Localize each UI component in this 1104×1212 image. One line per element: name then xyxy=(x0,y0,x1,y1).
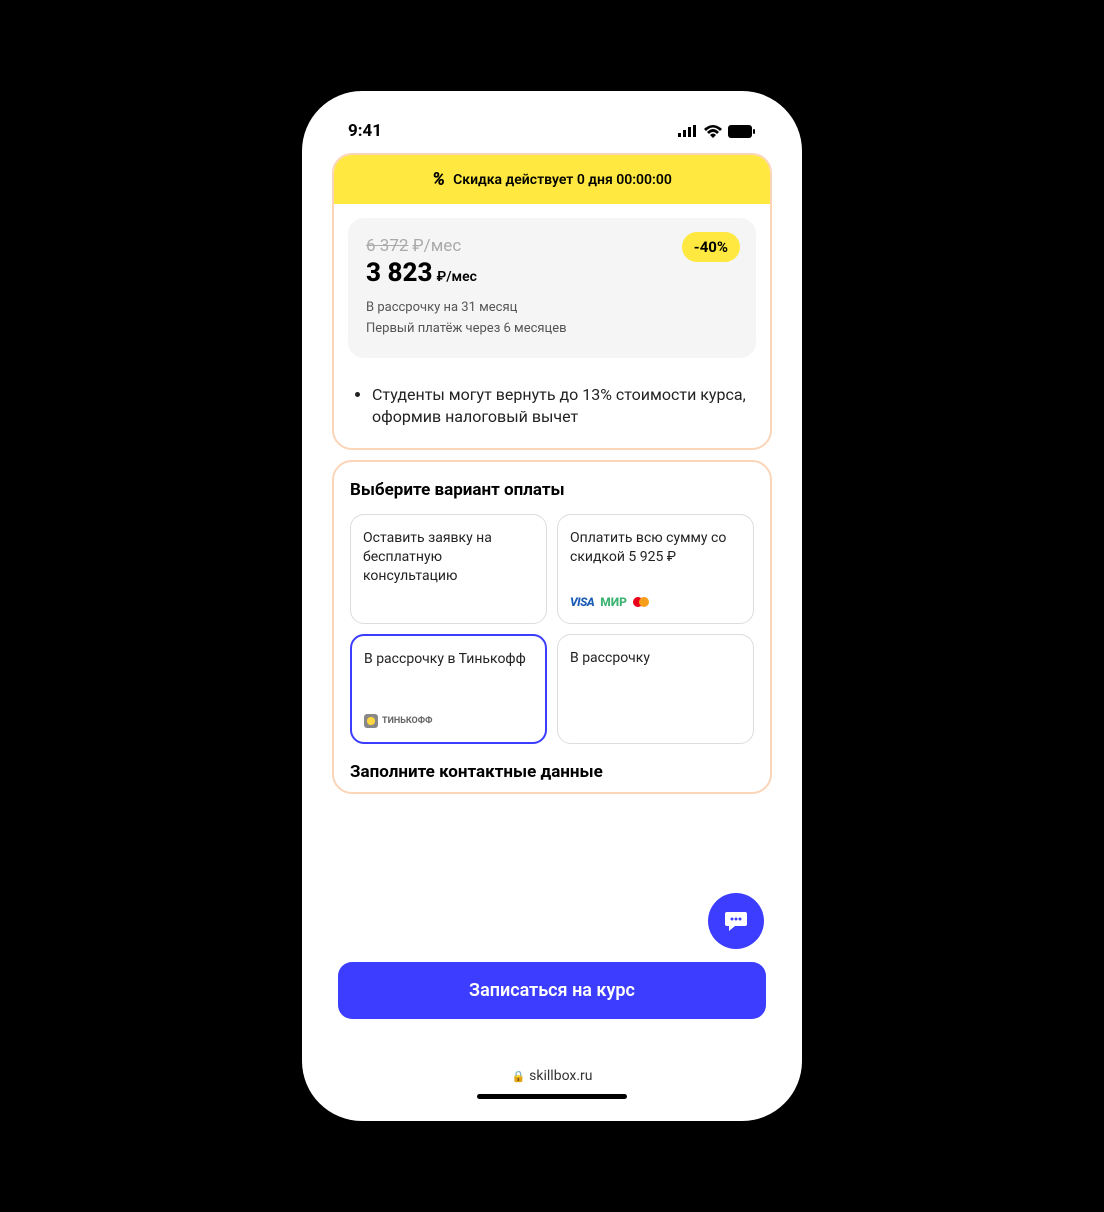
price-card: % Скидка действует 0 дня 00:00:00 6 372 … xyxy=(332,153,772,450)
payment-card: Выберите вариант оплаты Оставить заявку … xyxy=(332,460,772,794)
payment-option-tinkoff[interactable]: В рассрочку в Тинькофф ТИНЬКОФФ xyxy=(350,634,547,744)
mastercard-logo xyxy=(633,597,649,607)
discount-banner-text: Скидка действует 0 дня 00:00:00 xyxy=(453,172,672,188)
payment-option-text: Оставить заявку на бесплатную консультац… xyxy=(363,529,534,586)
cta-label: Записаться на курс xyxy=(469,980,635,1001)
tinkoff-shield-icon xyxy=(364,714,378,728)
payment-option-full[interactable]: Оплатить всю сумму со скидкой 5 925 ₽ VI… xyxy=(557,514,754,624)
discount-badge: -40% xyxy=(682,232,740,262)
payment-option-installment[interactable]: В рассрочку xyxy=(557,634,754,744)
tinkoff-logo: ТИНЬКОФФ xyxy=(364,714,533,728)
price-details: В рассрочку на 31 месяц Первый платёж че… xyxy=(366,298,738,340)
payment-logos: VISA МИР xyxy=(570,595,741,609)
tax-refund-bullet: Студенты могут вернуть до 13% стоимости … xyxy=(372,384,750,429)
first-payment-text: Первый платёж через 6 месяцев xyxy=(366,319,738,340)
phone-frame: 9:41 % Скидка действует 0 дня 00:00:00 6… xyxy=(302,91,802,1121)
chat-icon xyxy=(723,908,749,934)
status-time: 9:41 xyxy=(348,121,382,141)
payment-option-consult[interactable]: Оставить заявку на бесплатную консультац… xyxy=(350,514,547,624)
visa-logo: VISA xyxy=(570,595,594,609)
browser-bar: 🔒 skillbox.ru xyxy=(316,1058,788,1107)
new-price: 3 823 xyxy=(366,258,432,288)
status-icons xyxy=(678,125,756,138)
cta-button[interactable]: Записаться на курс xyxy=(338,962,766,1019)
new-price-suffix: ₽/мес xyxy=(436,269,476,285)
payment-section: Выберите вариант оплаты Оставить заявку … xyxy=(334,462,770,792)
phone-notch xyxy=(462,105,642,137)
chat-button[interactable] xyxy=(708,893,764,949)
tinkoff-text: ТИНЬКОФФ xyxy=(382,716,432,726)
mir-logo: МИР xyxy=(600,595,627,609)
wifi-icon xyxy=(704,125,722,138)
discount-banner: % Скидка действует 0 дня 00:00:00 xyxy=(334,155,770,204)
payment-option-text: В рассрочку xyxy=(570,649,741,668)
payment-option-text: Оплатить всю сумму со скидкой 5 925 ₽ xyxy=(570,529,741,567)
price-box: 6 372 ₽/мес -40% 3 823 ₽/мес В рассрочку… xyxy=(348,218,756,358)
old-price: 6 372 xyxy=(366,236,408,256)
payment-option-text: В рассрочку в Тинькофф xyxy=(364,650,533,669)
content-area: % Скидка действует 0 дня 00:00:00 6 372 … xyxy=(316,145,788,1002)
browser-url: skillbox.ru xyxy=(529,1068,592,1084)
contact-title: Заполните контактные данные xyxy=(350,762,754,782)
new-price-row: 3 823 ₽/мес xyxy=(366,258,738,288)
old-price-suffix: ₽/мес xyxy=(412,236,461,256)
installment-text: В рассрочку на 31 месяц xyxy=(366,298,738,319)
payment-title: Выберите вариант оплаты xyxy=(350,480,754,500)
battery-icon xyxy=(728,125,756,138)
lock-icon: 🔒 xyxy=(511,1070,525,1083)
payment-grid: Оставить заявку на бесплатную консультац… xyxy=(350,514,754,744)
bullet-info: Студенты могут вернуть до 13% стоимости … xyxy=(334,372,770,449)
browser-url-row: 🔒 skillbox.ru xyxy=(511,1068,592,1084)
signal-icon xyxy=(678,125,698,137)
home-indicator[interactable] xyxy=(477,1094,627,1099)
percent-icon: % xyxy=(432,169,445,190)
phone-screen: 9:41 % Скидка действует 0 дня 00:00:00 6… xyxy=(316,105,788,1107)
